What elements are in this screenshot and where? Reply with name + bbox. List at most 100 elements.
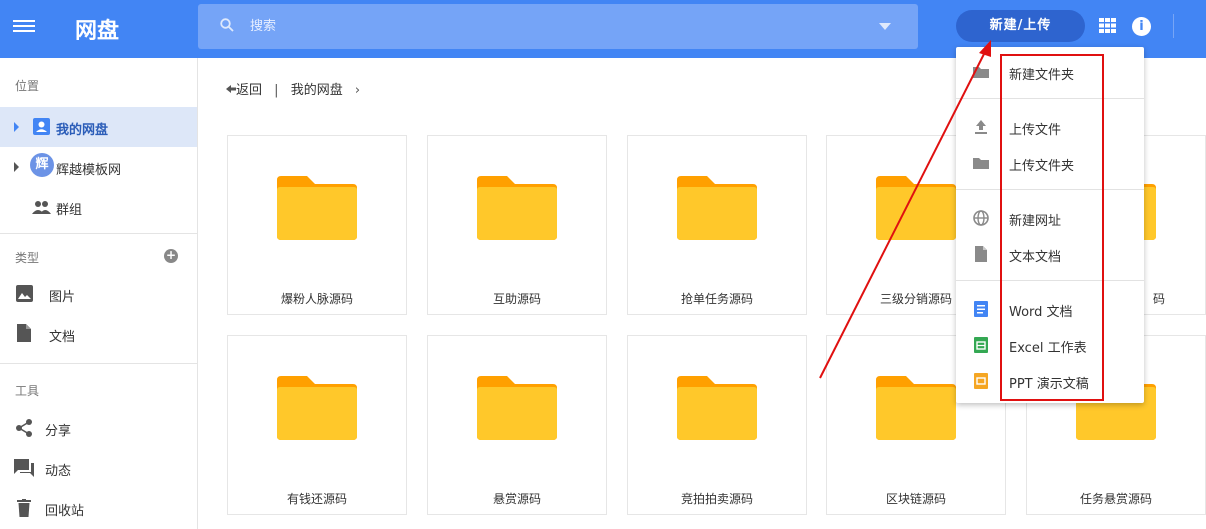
sidebar-item-label: 回收站	[45, 504, 85, 519]
activity-icon	[14, 459, 34, 477]
menu-item-label: 上传文件	[1009, 123, 1062, 138]
section-tools-label: 工具	[15, 384, 40, 398]
menu-item-new-folder[interactable]: 新建文件夹	[956, 54, 1144, 90]
app-title: 网盘	[75, 19, 120, 44]
menu-item-new-url[interactable]: 新建网址	[956, 200, 1144, 236]
sidebar-item-label: 图片	[49, 290, 76, 305]
sidebar-item-share[interactable]: 分享	[0, 408, 197, 448]
folder-name: 竞拍拍卖源码	[680, 492, 753, 506]
document-icon	[17, 324, 31, 342]
folder-icon	[973, 158, 989, 169]
sidebar-divider	[0, 233, 197, 234]
breadcrumb: 返回 | 我的网盘 ›	[226, 79, 360, 98]
sidebar-item-label: 动态	[45, 464, 72, 479]
back-label: 返回	[236, 83, 263, 98]
folder-name: 有钱还源码	[286, 492, 347, 506]
back-arrow-icon	[226, 85, 236, 93]
folder-icon	[677, 176, 757, 240]
folder-icon	[973, 67, 989, 78]
sidebar-item-documents[interactable]: 文档	[0, 314, 197, 354]
breadcrumb-current[interactable]: 我的网盘	[291, 79, 343, 98]
folder-icon	[876, 376, 956, 440]
sidebar-divider	[0, 363, 197, 364]
folder-name: 抢单任务源码	[680, 292, 753, 306]
folder-name: 互助源码	[492, 292, 541, 306]
sidebar-item-label: 分享	[45, 424, 72, 439]
hamburger-menu-icon[interactable]	[13, 17, 35, 37]
menu-item-label: 新建文件夹	[1009, 68, 1075, 83]
image-icon	[16, 285, 33, 302]
folder-icon	[477, 376, 557, 440]
sidebar: 位置 我的网盘 辉 辉越模板网 群组 类型 + 图片 文档 工具 分享 动态 回…	[0, 58, 198, 529]
search-bar[interactable]	[198, 4, 918, 49]
globe-icon	[973, 210, 989, 226]
new-upload-button[interactable]: 新建/上传	[956, 10, 1085, 42]
menu-divider	[956, 98, 1144, 99]
folder-tile[interactable]: 竞拍拍卖源码	[627, 335, 807, 515]
menu-item-text-doc[interactable]: 文本文档	[956, 236, 1144, 272]
expand-caret-icon[interactable]	[14, 122, 19, 132]
avatar: 辉	[30, 153, 54, 177]
back-link[interactable]: 返回	[226, 79, 262, 98]
sidebar-item-trash[interactable]: 回收站	[0, 488, 197, 528]
menu-item-upload-folder[interactable]: 上传文件夹	[956, 145, 1144, 181]
folder-name: 悬赏源码	[492, 492, 541, 506]
folder-icon	[876, 176, 956, 240]
menu-divider	[956, 189, 1144, 190]
menu-divider	[956, 280, 1144, 281]
menu-item-excel-sheet[interactable]: Excel 工作表	[956, 327, 1144, 363]
menu-item-word-doc[interactable]: Word 文档	[956, 291, 1144, 327]
excel-sheet-icon	[974, 337, 988, 353]
sidebar-item-label: 群组	[56, 203, 83, 218]
sidebar-item-label: 我的网盘	[56, 123, 109, 138]
expand-caret-icon[interactable]	[14, 162, 19, 172]
info-icon[interactable]: i	[1132, 17, 1151, 36]
folder-icon	[277, 176, 357, 240]
trash-icon	[17, 499, 31, 517]
user-icon	[33, 118, 50, 135]
sidebar-item-activity[interactable]: 动态	[0, 448, 197, 488]
search-icon	[220, 18, 234, 32]
search-input[interactable]	[250, 12, 850, 40]
menu-item-label: PPT 演示文稿	[1009, 377, 1089, 392]
menu-item-label: 上传文件夹	[1009, 159, 1075, 174]
folder-name: 任务悬赏源码	[1079, 492, 1152, 506]
folder-icon	[477, 176, 557, 240]
menu-item-label: Word 文档	[1009, 305, 1073, 320]
menu-item-label: 新建网址	[1009, 214, 1062, 229]
section-type-label: 类型	[15, 251, 40, 265]
toolbar-divider	[1173, 14, 1174, 38]
text-document-icon	[975, 246, 987, 262]
folder-tile[interactable]: 有钱还源码	[227, 335, 407, 515]
menu-item-ppt-doc[interactable]: PPT 演示文稿	[956, 363, 1144, 399]
share-icon	[16, 419, 32, 437]
new-upload-menu: 新建文件夹 上传文件 上传文件夹 新建网址 文本文档 Word 文档 Excel…	[956, 47, 1144, 403]
upload-icon	[975, 120, 987, 134]
folder-name: 区块链源码	[885, 492, 946, 506]
word-doc-icon	[974, 301, 988, 317]
folder-tile[interactable]: 抢单任务源码	[627, 135, 807, 315]
folder-tile[interactable]: 悬赏源码	[427, 335, 607, 515]
sidebar-item-groups[interactable]: 群组	[0, 187, 197, 227]
menu-item-upload-file[interactable]: 上传文件	[956, 109, 1144, 145]
folder-icon	[277, 376, 357, 440]
search-options-dropdown-icon[interactable]	[879, 23, 891, 30]
folder-tile[interactable]: 互助源码	[427, 135, 607, 315]
menu-item-label: 文本文档	[1009, 250, 1062, 265]
folder-tile[interactable]: 爆粉人脉源码	[227, 135, 407, 315]
grid-view-icon[interactable]	[1099, 18, 1116, 33]
ppt-slides-icon	[974, 373, 988, 389]
sidebar-item-shared-account[interactable]: 辉 辉越模板网	[0, 147, 197, 187]
breadcrumb-chevron-icon: ›	[354, 83, 361, 98]
sidebar-item-label: 辉越模板网	[56, 163, 122, 178]
menu-item-label: Excel 工作表	[1009, 341, 1087, 356]
sidebar-item-images[interactable]: 图片	[0, 274, 197, 314]
breadcrumb-separator: |	[274, 83, 279, 98]
sidebar-item-label: 文档	[49, 330, 76, 345]
group-icon	[32, 201, 51, 214]
section-location-label: 位置	[15, 79, 40, 93]
add-type-icon[interactable]: +	[164, 249, 178, 263]
folder-name: 爆粉人脉源码	[280, 292, 353, 306]
sidebar-item-my-drive[interactable]: 我的网盘	[0, 107, 197, 147]
folder-name: 码	[1152, 292, 1165, 306]
